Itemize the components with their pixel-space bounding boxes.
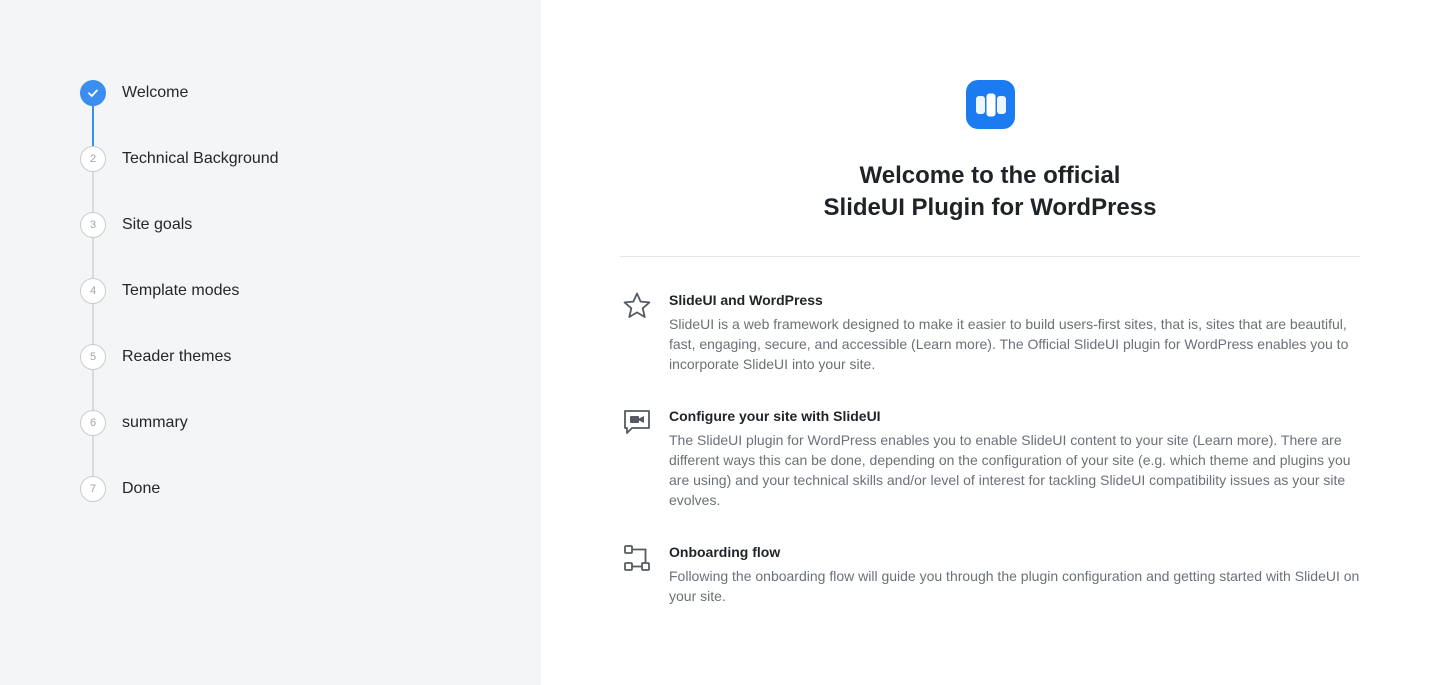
- main-content: Welcome to the official SlideUI Plugin f…: [541, 0, 1440, 685]
- video-chat-icon: [621, 406, 653, 438]
- step-complete-check-icon: [80, 80, 106, 106]
- step-number: 5: [80, 344, 106, 370]
- step-number: 6: [80, 410, 106, 436]
- divider: [620, 256, 1360, 257]
- step-summary[interactable]: 6 summary: [80, 410, 480, 476]
- flow-icon: [621, 542, 653, 574]
- feature-title: Onboarding flow: [669, 544, 781, 560]
- slideui-logo-icon: [966, 80, 1015, 129]
- step-technical-background[interactable]: 2 Technical Background: [80, 146, 480, 212]
- step-number: 4: [80, 278, 106, 304]
- page-title-line-1: Welcome to the official: [859, 162, 1121, 189]
- step-number: 3: [80, 212, 106, 238]
- feature-configure-site: Configure your site with SlideUI The Sli…: [621, 406, 1361, 510]
- feature-description: SlideUI is a web framework designed to m…: [669, 316, 1349, 372]
- step-label: Reader themes: [122, 348, 232, 365]
- step-connector: [92, 436, 94, 476]
- step-number: 7: [80, 476, 106, 502]
- step-site-goals[interactable]: 3 Site goals: [80, 212, 480, 278]
- step-label: summary: [122, 414, 188, 431]
- step-label: Technical Background: [122, 150, 279, 167]
- step-connector: [92, 304, 94, 344]
- step-number: 2: [80, 146, 106, 172]
- step-connector: [92, 172, 94, 212]
- step-connector: [92, 238, 94, 278]
- feature-description: The SlideUI plugin for WordPress enables…: [669, 432, 1351, 508]
- step-done[interactable]: 7 Done: [80, 476, 480, 542]
- step-template-modes[interactable]: 4 Template modes: [80, 278, 480, 344]
- step-label: Done: [122, 480, 161, 497]
- star-icon: [621, 290, 653, 322]
- step-label: Template modes: [122, 282, 240, 299]
- feature-slideui-wordpress: SlideUI and WordPress SlideUI is a web f…: [621, 290, 1361, 374]
- step-label: Welcome: [122, 84, 189, 101]
- step-welcome[interactable]: Welcome: [80, 80, 480, 146]
- step-label: Site goals: [122, 216, 193, 233]
- page-title: Welcome to the official SlideUI Plugin f…: [620, 160, 1360, 224]
- step-connector: [92, 106, 94, 146]
- feature-description: Following the onboarding flow will guide…: [669, 568, 1360, 604]
- feature-onboarding-flow: Onboarding flow Following the onboarding…: [621, 542, 1361, 606]
- sidebar: Welcome 2 Technical Background 3 Site go…: [0, 0, 541, 685]
- page-title-line-2: SlideUI Plugin for WordPress: [823, 194, 1157, 221]
- feature-title: Configure your site with SlideUI: [669, 408, 881, 424]
- feature-title: SlideUI and WordPress: [669, 292, 823, 308]
- step-reader-themes[interactable]: 5 Reader themes: [80, 344, 480, 410]
- stepper: Welcome 2 Technical Background 3 Site go…: [80, 80, 480, 542]
- step-connector: [92, 370, 94, 410]
